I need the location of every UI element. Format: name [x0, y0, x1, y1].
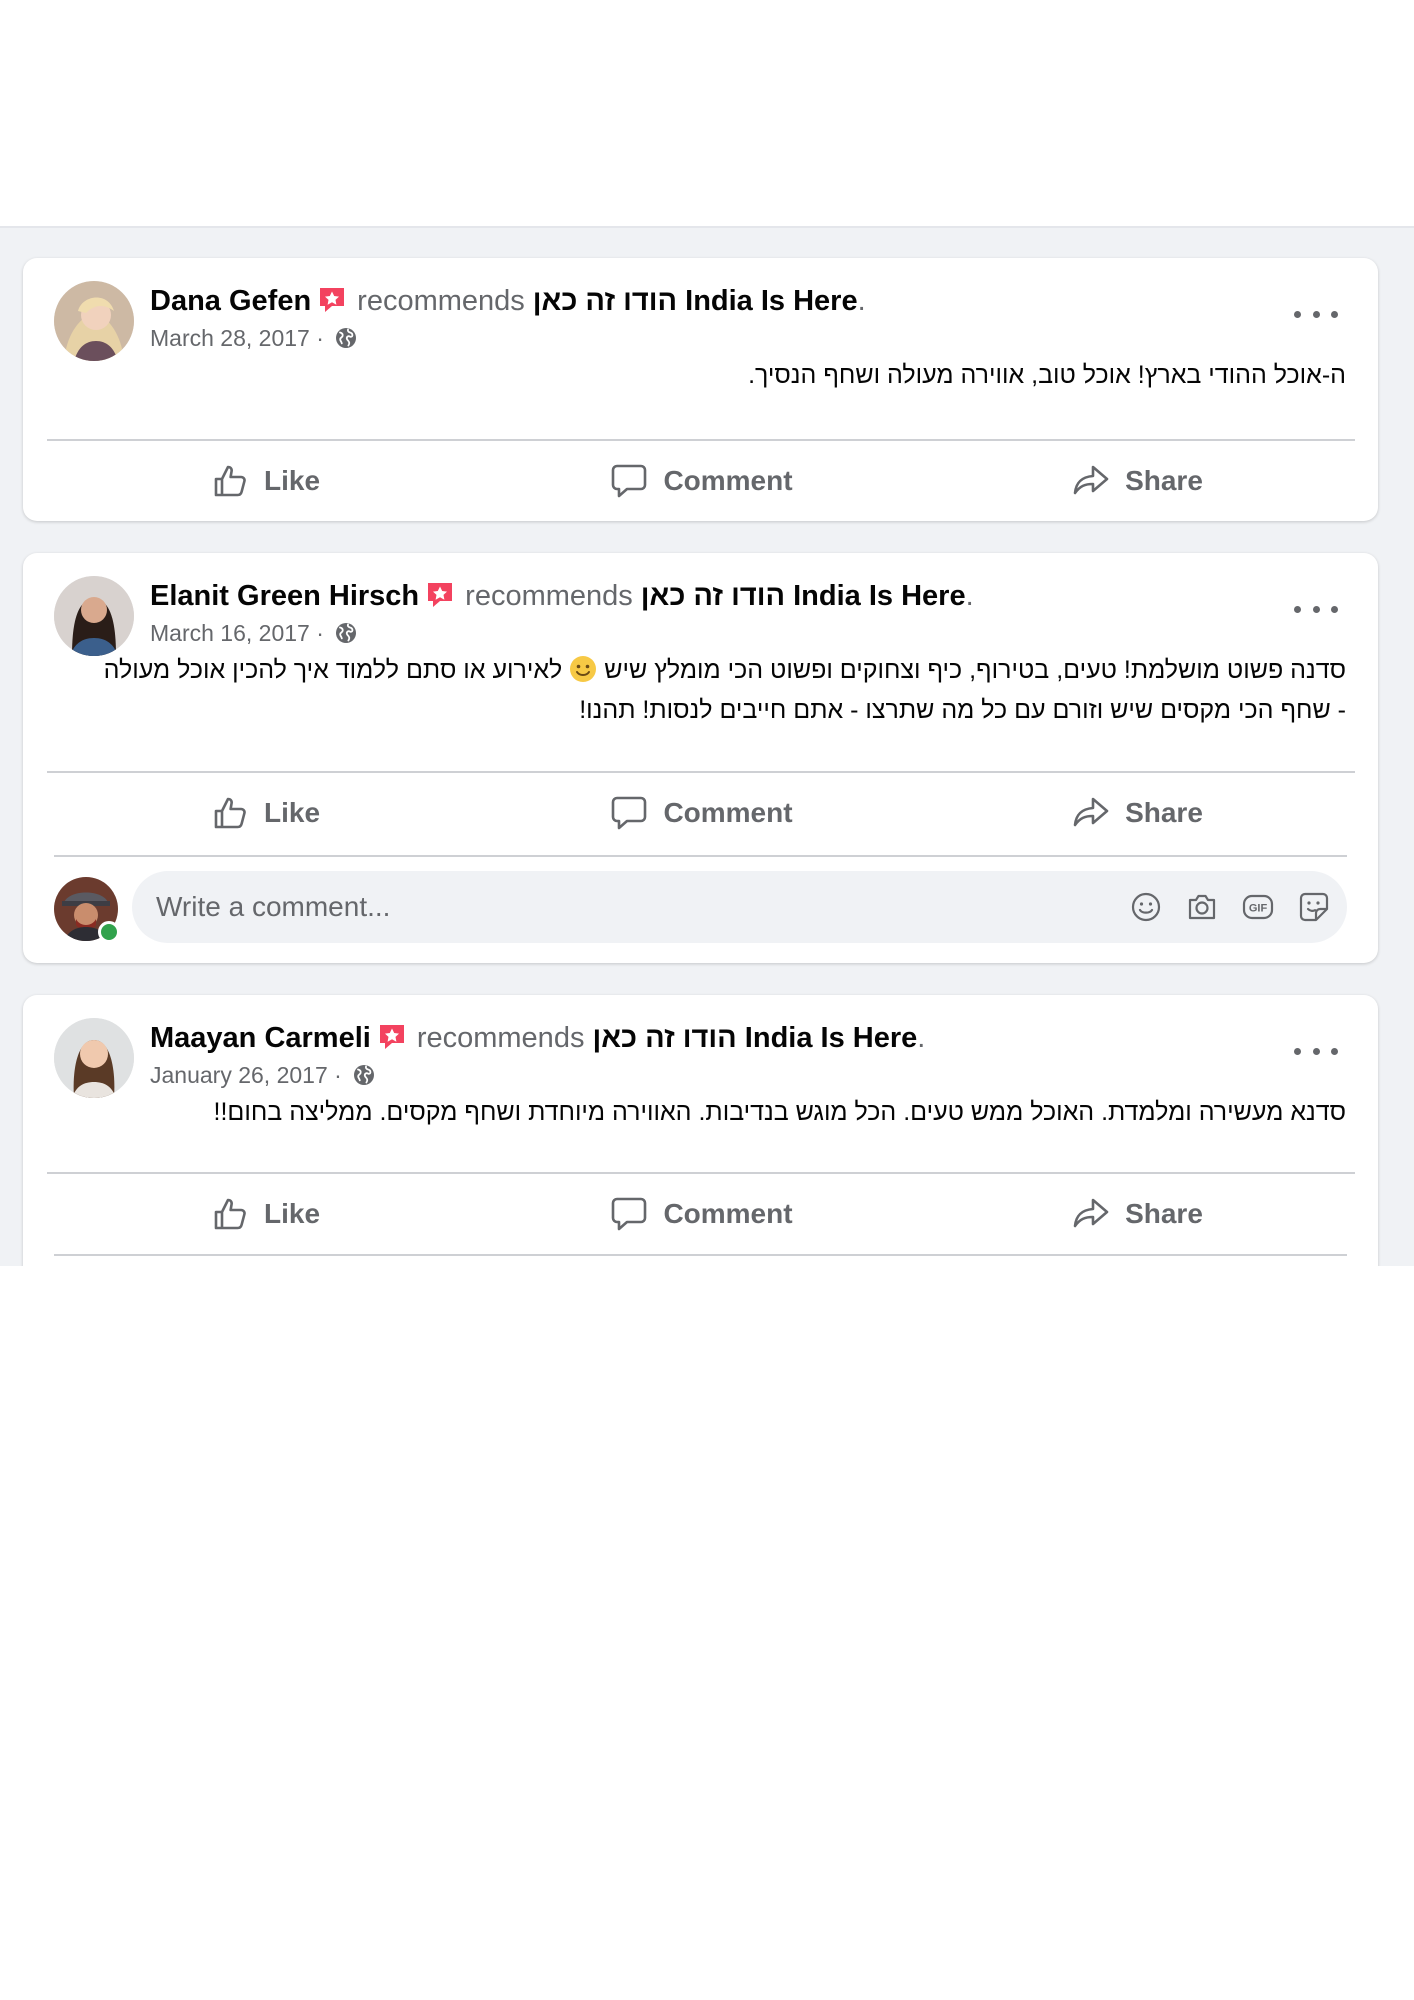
comment-button[interactable]: Comment [483, 1174, 919, 1254]
share-label: Share [1125, 465, 1203, 496]
recommends-label: recommends [357, 285, 525, 317]
post-text: סדנה פשוט מושלמת! טעים, בטירוף, כיף וצחו… [23, 650, 1378, 730]
globe-icon [334, 326, 358, 350]
more-options-icon[interactable] [1294, 300, 1338, 328]
post-date[interactable]: March 16, 2017 · [150, 620, 324, 646]
action-bar: Like Comment Share [47, 1174, 1355, 1254]
post-date[interactable]: March 28, 2017 · [150, 325, 324, 351]
post-text: סדנא מעשירה ומלמדת. האוכל ממש טעים. הכל … [213, 1098, 1346, 1126]
online-status-indicator [98, 921, 120, 943]
like-button[interactable]: Like [47, 1174, 483, 1254]
author-name[interactable]: Dana Gefen [150, 285, 311, 317]
comment-input[interactable] [132, 890, 1107, 924]
share-arrow-icon [1071, 793, 1111, 833]
share-label: Share [1125, 797, 1203, 828]
post-text-part: סדנה פשוט מושלמת! טעים, בטירוף, כיף וצחו… [604, 656, 1346, 684]
page-link[interactable]: הודו זה כאן India Is Here [641, 580, 966, 612]
share-arrow-icon [1071, 461, 1111, 501]
action-bar: Like Comment Share [47, 441, 1355, 521]
smiley-icon[interactable] [1129, 890, 1163, 924]
thumbs-up-icon [210, 461, 250, 501]
author-name[interactable]: Maayan Carmeli [150, 1022, 371, 1054]
recommends-label: recommends [465, 580, 633, 612]
page-link[interactable]: הודו זה כאן India Is Here [533, 285, 858, 317]
globe-icon [352, 1063, 376, 1087]
comment-label: Comment [663, 465, 793, 496]
like-label: Like [263, 797, 321, 828]
post-card: Elanit Green Hirsch recommends הודו זה כאן… [23, 553, 1378, 963]
comment-label: Comment [663, 1198, 793, 1229]
post-card: Dana Gefen recommends הודו זה כאן India Is… [23, 258, 1378, 521]
like-label: Like [263, 1198, 321, 1229]
divider [54, 855, 1347, 857]
comment-button[interactable]: Comment [483, 441, 919, 521]
speech-bubble-icon [609, 461, 649, 501]
gif-icon[interactable] [1241, 890, 1275, 924]
share-button[interactable]: Share [919, 773, 1355, 853]
recommendation-star-icon [377, 1022, 407, 1052]
comment-composer [54, 871, 1347, 943]
speech-bubble-icon [609, 1194, 649, 1234]
globe-icon [334, 621, 358, 645]
speech-bubble-icon [609, 793, 649, 833]
feed: Dana Gefen recommends הודו זה כאן India Is… [0, 226, 1414, 1266]
comment-box [132, 871, 1347, 943]
action-bar: Like Comment Share [47, 773, 1355, 853]
comment-button[interactable]: Comment [483, 773, 919, 853]
thumbs-up-icon [210, 1194, 250, 1234]
current-user-avatar[interactable] [54, 877, 120, 943]
more-options-icon[interactable] [1294, 1037, 1338, 1065]
sticker-icon[interactable] [1297, 890, 1331, 924]
post-header: Dana Gefen recommends הודו זה כאן India Is… [23, 258, 1378, 361]
share-arrow-icon [1071, 1194, 1111, 1234]
post-date[interactable]: January 26, 2017 · [150, 1062, 342, 1088]
like-label: Like [263, 465, 321, 496]
post-header: Elanit Green Hirsch recommends הודו זה כאן… [23, 553, 1378, 656]
period: . [917, 1022, 926, 1054]
author-avatar[interactable] [54, 281, 134, 361]
author-name[interactable]: Elanit Green Hirsch [150, 580, 419, 612]
thumbs-up-icon [210, 793, 250, 833]
smiley-emoji-icon [568, 654, 598, 684]
author-avatar[interactable] [54, 1018, 134, 1098]
like-button[interactable]: Like [47, 441, 483, 521]
recommends-label: recommends [416, 1022, 585, 1054]
share-button[interactable]: Share [919, 1174, 1355, 1254]
author-avatar[interactable] [54, 576, 134, 656]
recommendation-star-icon [425, 580, 455, 610]
recommendation-star-icon [317, 285, 347, 315]
period: . [857, 285, 866, 317]
share-button[interactable]: Share [919, 441, 1355, 521]
camera-icon[interactable] [1185, 890, 1219, 924]
post-text: ה-אוכל ההודי בארץ! אוכל טוב, אווירה מעול… [748, 361, 1346, 389]
period: . [965, 580, 974, 612]
share-label: Share [1125, 1198, 1203, 1229]
like-button[interactable]: Like [47, 773, 483, 853]
divider [54, 1254, 1347, 1256]
post-header: Maayan Carmeli recommends הודו זה כאן Indi… [23, 995, 1378, 1098]
post-card: Maayan Carmeli recommends הודו זה כאן Indi… [23, 995, 1378, 1266]
more-options-icon[interactable] [1294, 595, 1338, 623]
page-link[interactable]: הודו זה כאן India Is Here [592, 1022, 917, 1054]
comment-label: Comment [663, 797, 793, 828]
